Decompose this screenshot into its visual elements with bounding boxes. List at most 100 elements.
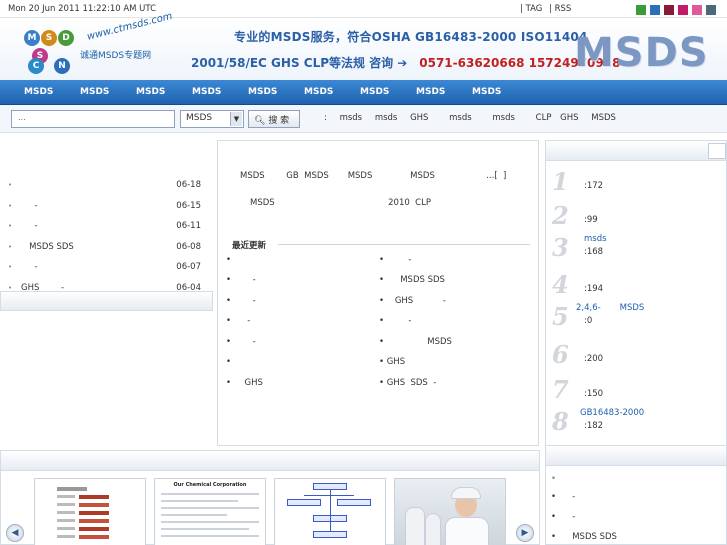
carousel-thumbnail-lab-photo[interactable]	[394, 478, 506, 545]
nav-item[interactable]: MSDS	[248, 87, 277, 97]
news-item[interactable]: • -	[226, 296, 256, 306]
carousel-thumbnail-document[interactable]: Our Chemical Corporation	[154, 478, 266, 545]
news-item[interactable]: • MSDS	[379, 337, 452, 347]
site-logo[interactable]: M S D S C N www.ctmsds.com 诚通MSDS专题网	[20, 11, 174, 78]
hot-keyword[interactable]: CLP	[536, 113, 552, 123]
news-item[interactable]: • -	[226, 337, 256, 347]
rank-title[interactable]: 2,4,6- MSDS	[576, 303, 644, 313]
latest-updates-heading: 最近更新	[232, 241, 267, 251]
logo-letter: C	[28, 58, 44, 74]
rank-count: :194	[584, 284, 604, 294]
theme-swatch-green[interactable]	[636, 5, 646, 15]
list-item[interactable]: • - 06-15	[0, 197, 213, 218]
ranking-item[interactable]: 7:150	[546, 373, 726, 406]
theme-swatch-blue[interactable]	[650, 5, 660, 15]
news-item[interactable]: • -	[226, 316, 250, 326]
news-item[interactable]: • GHS	[226, 378, 263, 388]
rank-title[interactable]: msds	[584, 234, 607, 244]
news-item[interactable]: • -	[226, 275, 256, 285]
ranking-item[interactable]: 6:200	[546, 338, 726, 371]
news-item[interactable]: • MSDS SDS	[379, 275, 445, 285]
photo-background-worker	[425, 513, 441, 545]
intro-text-line2: MSDS 2010 CLP	[250, 198, 431, 208]
search-input[interactable]: ...	[11, 110, 175, 128]
rank-count: :168	[584, 247, 604, 257]
hot-keyword[interactable]: GHS	[560, 113, 578, 123]
ranking-item[interactable]: 1 :172	[546, 165, 726, 198]
theme-swatch-maroon[interactable]	[664, 5, 674, 15]
photo-background-worker	[405, 507, 425, 545]
hot-keyword[interactable]: msds	[340, 113, 363, 123]
carousel-thumbnail-msds-table[interactable]	[34, 478, 146, 545]
logo-letter: M	[24, 30, 40, 46]
news-item[interactable]: •	[226, 357, 231, 367]
hot-keywords-prefix: :	[324, 113, 327, 123]
news-item[interactable]: •	[226, 255, 231, 265]
list-item-title[interactable]: -	[21, 262, 38, 272]
bottom-right-panel: • • - • - • MSDS SDS	[545, 445, 727, 545]
list-item-title[interactable]: MSDS SDS	[21, 242, 74, 252]
hot-keyword[interactable]: msds	[449, 113, 472, 123]
news-item[interactable]: • -	[379, 316, 411, 326]
list-item-title[interactable]: -	[21, 221, 38, 231]
flowchart-connector	[330, 490, 331, 531]
panel-tab[interactable]	[708, 143, 726, 159]
logo-subtitle: 诚通MSDS专题网	[80, 51, 152, 61]
nav-item[interactable]: MSDS	[472, 87, 501, 97]
search-button[interactable]: 🔍︎ 搜 索	[248, 110, 300, 128]
logo-letter: D	[58, 30, 74, 46]
search-category-select[interactable]: MSDS ▼	[180, 110, 244, 128]
header-slogan-line2: 2001/58/EC GHS CLP等法规 咨询 ➔ 0571-63620668 1…	[191, 54, 620, 71]
ranking-item[interactable]: 3 msds:168	[546, 231, 726, 264]
nav-item[interactable]: MSDS	[24, 87, 53, 97]
nav-item[interactable]: MSDS	[192, 87, 221, 97]
ranking-item[interactable]: 8 GB16483-2000:182	[546, 405, 726, 438]
nav-item[interactable]: MSDS	[360, 87, 389, 97]
theme-swatch-slate[interactable]	[706, 5, 716, 15]
news-item[interactable]: • GHS -	[379, 296, 446, 306]
nav-item[interactable]: MSDS	[416, 87, 445, 97]
rank-count: :99	[584, 215, 598, 225]
carousel-thumbnail-flowchart[interactable]	[274, 478, 386, 545]
list-item[interactable]: •	[551, 474, 556, 484]
list-item[interactable]: • -	[551, 492, 575, 502]
rank-count: :172	[584, 181, 604, 191]
carousel-next-button[interactable]: ▶	[516, 524, 534, 542]
list-item-date: 06-15	[176, 200, 201, 211]
rank-count: :0	[584, 316, 593, 326]
nav-item[interactable]: MSDS	[80, 87, 109, 97]
list-item[interactable]: • - 06-07	[0, 258, 213, 279]
chevron-down-icon[interactable]: ▼	[230, 112, 242, 126]
flowchart-box	[337, 499, 371, 506]
left-article-list: • 06-18 • - 06-15 • - 06-11 • MSDS SDS 06-08…	[0, 176, 213, 300]
nav-item[interactable]: MSDS	[136, 87, 165, 97]
rank-title[interactable]: GB16483-2000	[580, 408, 644, 418]
news-item[interactable]: • -	[379, 255, 411, 265]
list-item[interactable]: • 06-18	[0, 176, 213, 197]
list-item-title[interactable]: GHS -	[21, 283, 64, 293]
thumbnail-doc-title: Our Chemical Corporation	[173, 482, 247, 488]
theme-swatch-pink[interactable]	[692, 5, 702, 15]
photo-person-cap	[451, 487, 481, 499]
hot-keyword[interactable]: msds	[492, 113, 515, 123]
list-item[interactable]: • GHS - 06-04	[0, 279, 213, 300]
list-item[interactable]: • -	[551, 512, 575, 522]
news-item[interactable]: • GHS SDS -	[379, 378, 436, 388]
theme-swatch-magenta[interactable]	[678, 5, 688, 15]
list-item[interactable]: • - 06-11	[0, 217, 213, 238]
ranking-item[interactable]: 2:99	[546, 199, 726, 232]
rank-number: 1	[552, 167, 569, 196]
ranking-item[interactable]: 5 2,4,6- MSDS:0	[546, 300, 726, 333]
news-item[interactable]: • GHS	[379, 357, 405, 367]
hot-keyword[interactable]: msds	[375, 113, 398, 123]
nav-item[interactable]: MSDS	[304, 87, 333, 97]
ranking-item[interactable]: 4:194	[546, 268, 726, 301]
list-item[interactable]: • MSDS SDS	[551, 532, 617, 542]
hot-keyword[interactable]: GHS	[410, 113, 428, 123]
carousel-prev-button[interactable]: ◀	[6, 524, 24, 542]
rss-link[interactable]: | RSS	[549, 4, 571, 14]
hot-keyword[interactable]: MSDS	[591, 113, 616, 123]
list-item-title[interactable]: -	[21, 201, 38, 211]
list-item[interactable]: • MSDS SDS 06-08	[0, 238, 213, 259]
tag-link[interactable]: | TAG	[520, 4, 542, 14]
